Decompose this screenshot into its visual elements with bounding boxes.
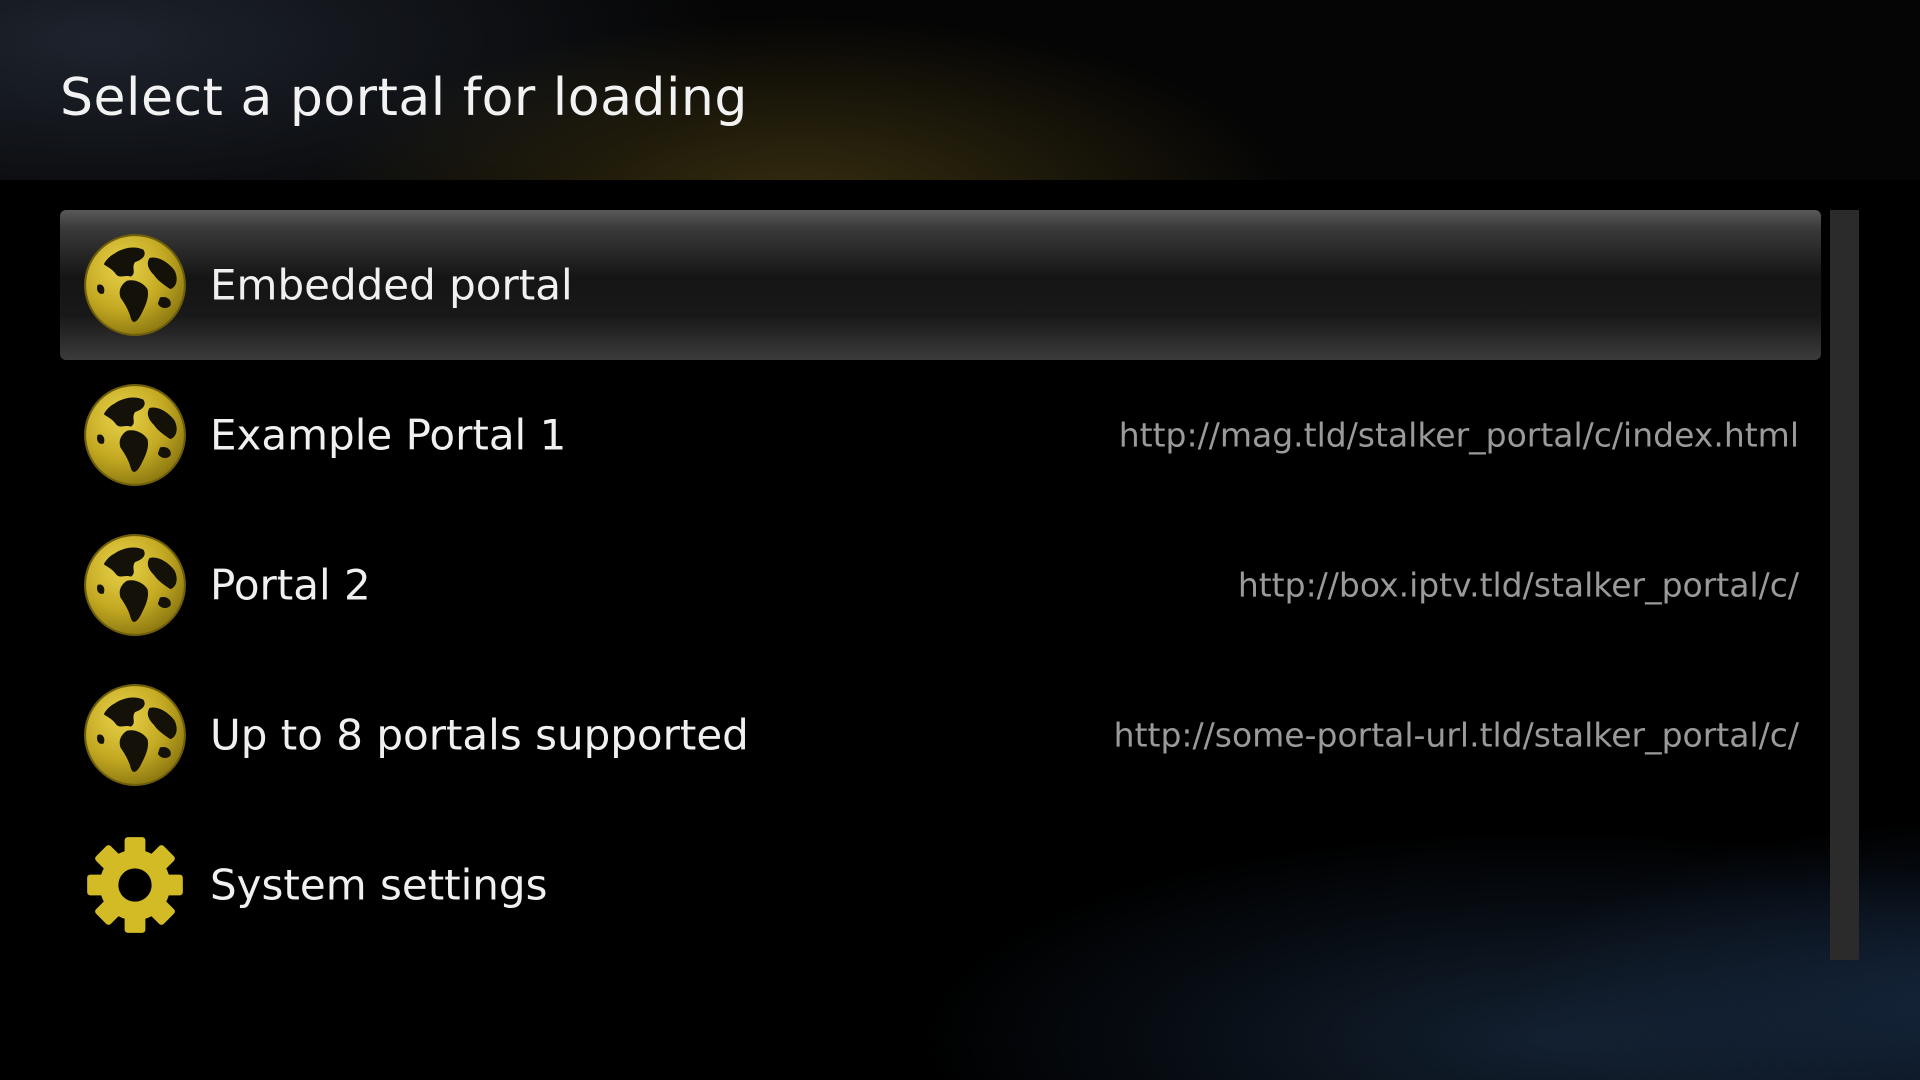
portal-item-embedded[interactable]: Embedded portal: [60, 210, 1821, 360]
portal-item-up-to-8[interactable]: Up to 8 portals supported http://some-po…: [60, 660, 1821, 810]
portal-item-label: Up to 8 portals supported: [210, 710, 749, 760]
header-bar: Select a portal for loading: [0, 0, 1920, 180]
portal-list: Embedded portal Example Portal 1 http://…: [60, 210, 1821, 960]
globe-icon: [83, 683, 187, 787]
portal-item-label: Portal 2: [210, 560, 371, 610]
portal-item-label: Embedded portal: [210, 260, 573, 310]
globe-icon: [83, 383, 187, 487]
globe-icon: [83, 533, 187, 637]
portal-item-label: Example Portal 1: [210, 410, 567, 460]
system-settings-label: System settings: [210, 860, 548, 910]
portal-item-portal-2[interactable]: Portal 2 http://box.iptv.tld/stalker_por…: [60, 510, 1821, 660]
portal-selection-screen: Select a portal for loading Embedded por…: [0, 0, 1920, 1080]
portal-item-url: http://mag.tld/stalker_portal/c/index.ht…: [1118, 415, 1799, 455]
system-settings-item[interactable]: System settings: [60, 810, 1821, 960]
globe-icon: [83, 233, 187, 337]
portal-item-url: http://box.iptv.tld/stalker_portal/c/: [1237, 565, 1799, 605]
gear-icon: [83, 833, 187, 937]
scrollbar[interactable]: [1830, 210, 1859, 960]
page-title: Select a portal for loading: [60, 68, 748, 128]
portal-item-example-1[interactable]: Example Portal 1 http://mag.tld/stalker_…: [60, 360, 1821, 510]
portal-item-url: http://some-portal-url.tld/stalker_porta…: [1113, 715, 1799, 755]
